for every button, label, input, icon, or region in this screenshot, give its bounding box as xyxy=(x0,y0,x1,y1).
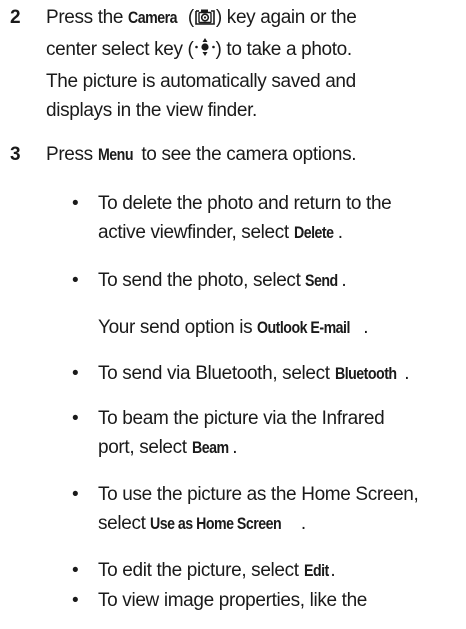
manual-page: 2 Press the Camera ( ) key again or the c… xyxy=(0,0,466,629)
bullet-glyph: • xyxy=(72,193,79,214)
send-option-label: Send xyxy=(305,272,339,290)
text-span: To send the photo, select xyxy=(98,270,306,291)
camera-key-icon xyxy=(194,6,216,35)
step-2-text: Press the Camera ( ) key again or the cen… xyxy=(46,3,458,125)
bullet-text: To edit the picture, select Edit. xyxy=(98,556,462,586)
bullet-line: To beam the picture via the Infrared xyxy=(98,408,385,429)
delete-option-label: Delete xyxy=(293,224,334,243)
beam-option-label: Beam xyxy=(191,439,229,458)
text-span: Press xyxy=(46,144,98,165)
text-span: . xyxy=(404,363,410,384)
bullet-text: To send via Bluetooth, select Bluetooth. xyxy=(98,359,462,389)
text-span: . xyxy=(337,222,343,244)
step-2-line-4: displays in the view finder. xyxy=(46,99,257,121)
text-span: center select key ( xyxy=(46,39,194,61)
text-span: . xyxy=(330,560,336,581)
send-option-note: Your send option is Outlook E-mail. xyxy=(98,313,462,343)
bullet-glyph: • xyxy=(72,590,79,611)
text-span: . xyxy=(341,270,347,291)
step-2-line-3: The picture is automatically saved and xyxy=(46,70,356,92)
text-span: select xyxy=(98,513,151,535)
bullet-line: active viewfinder, select Delete. xyxy=(98,218,462,248)
bullet-glyph: • xyxy=(72,560,79,581)
bullet-line: To send via Bluetooth, select Bluetooth. xyxy=(98,359,462,389)
text-span: Your send option is xyxy=(98,317,258,338)
bluetooth-option-label: Bluetooth xyxy=(334,365,397,383)
step-2-line-1: Press the Camera ( ) key again or the xyxy=(46,3,458,35)
edit-option-label: Edit xyxy=(303,562,329,580)
text-span: . xyxy=(363,317,369,338)
bullet-text: To view image properties, like the xyxy=(98,586,462,615)
bullet-text: To use the picture as the Home Screen, s… xyxy=(98,480,462,540)
text-span: to see the camera options. xyxy=(136,144,357,165)
text-span: ( xyxy=(183,7,194,28)
text-span: To send via Bluetooth, select xyxy=(98,363,335,384)
bullet-text: To beam the picture via the Infrared por… xyxy=(98,404,462,464)
bullet-glyph: • xyxy=(72,484,79,505)
bullet-line: port, select Beam. xyxy=(98,433,462,463)
bullet-line: To use the picture as the Home Screen, xyxy=(98,484,419,505)
center-select-key-icon xyxy=(194,37,216,66)
outlook-email-label: Outlook E-mail xyxy=(257,319,351,337)
step-number: 2 xyxy=(10,7,21,28)
menu-key-label: Menu xyxy=(97,146,134,164)
camera-key-label: Camera xyxy=(128,9,178,27)
bullet-line: To edit the picture, select Edit. xyxy=(98,556,462,586)
bullet-glyph: • xyxy=(72,363,79,384)
bullet-text: To delete the photo and return to the ac… xyxy=(98,189,462,249)
text-span: active viewfinder, select xyxy=(98,222,294,244)
bullet-glyph: • xyxy=(72,270,79,291)
text-span: To edit the picture, select xyxy=(98,560,304,581)
bullet-line: To send the photo, select Send. xyxy=(98,266,462,296)
bullet-line: To delete the photo and return to the xyxy=(98,193,392,214)
text-span: Press the xyxy=(46,7,129,28)
bullet-line: To view image properties, like the xyxy=(98,590,368,611)
text-span: ) to take a photo. xyxy=(215,39,353,61)
text-span: . xyxy=(300,513,306,535)
step-3-text: Press Menu to see the camera options. xyxy=(46,140,458,170)
bullet-glyph: • xyxy=(72,408,79,429)
text-span: . xyxy=(232,437,238,459)
text-span: port, select xyxy=(98,437,192,459)
bullet-text: To send the photo, select Send. xyxy=(98,266,462,296)
use-as-home-screen-option-label: Use as Home Screen xyxy=(150,515,282,534)
text-span: ) key again or the xyxy=(215,7,357,28)
bullet-line: select Use as Home Screen. xyxy=(98,509,462,539)
step-2-line-2: center select key ( ) to take a photo. xyxy=(46,35,458,66)
step-number: 3 xyxy=(10,144,21,165)
